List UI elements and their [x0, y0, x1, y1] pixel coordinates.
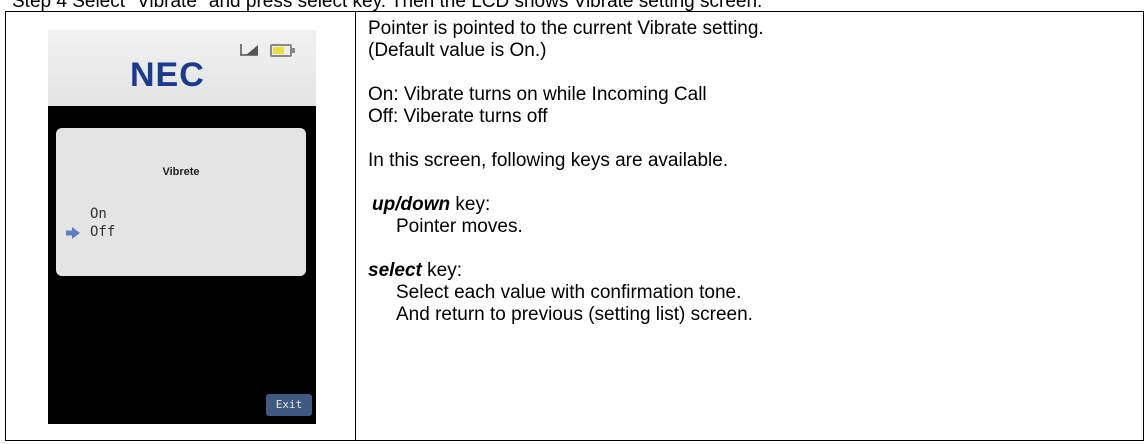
column-divider [355, 12, 356, 440]
pointer-description: Pointer is pointed to the current Vibrat… [368, 18, 764, 39]
dialog-title: Vibrete [162, 166, 200, 178]
instruction-table: NEC Vibrete On Off Exit Pointer is point… [5, 11, 1144, 441]
updown-key-desc: Pointer moves. [396, 216, 523, 237]
screenshot-cell: NEC Vibrete On Off Exit [6, 12, 355, 440]
phone-lcd-screen: NEC Vibrete On Off Exit [48, 30, 316, 424]
brand-logo: NEC [130, 56, 205, 94]
off-description: Off: Viberate turns off [368, 106, 548, 127]
description-cell: Pointer is pointed to the current Vibrat… [368, 18, 1133, 440]
updown-key-heading: up/down key: [368, 194, 1133, 216]
select-key-heading: select key: [368, 260, 1133, 282]
select-key-desc-2: And return to previous (setting list) sc… [396, 304, 753, 325]
option-on[interactable]: On [90, 206, 107, 222]
select-key-name: select [368, 260, 422, 281]
key-word: key: [455, 194, 491, 215]
signal-icon [240, 44, 258, 56]
key-word: key: [427, 260, 463, 281]
on-description: On: Vibrate turns on while Incoming Call [368, 84, 707, 105]
select-key-desc-1: Select each value with confirmation tone… [396, 282, 742, 303]
exit-button[interactable]: Exit [266, 394, 312, 416]
phone-header: NEC [48, 30, 316, 106]
updown-key-name: up/down [372, 194, 451, 215]
option-off[interactable]: Off [90, 224, 115, 240]
vibrate-dialog: Vibrete On Off [56, 128, 306, 276]
keys-intro: In this screen, following keys are avail… [368, 150, 729, 171]
pointer-arrow-icon [66, 227, 80, 239]
battery-icon [270, 44, 295, 57]
default-value-note: (Default value is On.) [368, 40, 547, 61]
